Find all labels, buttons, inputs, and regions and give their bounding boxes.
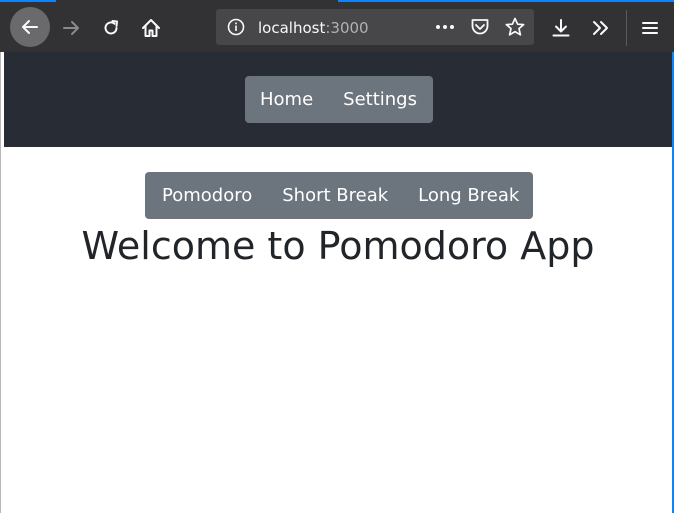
overflow-menu-button[interactable] (581, 8, 621, 48)
reload-icon (104, 20, 118, 35)
app-header: Home Settings (4, 52, 672, 147)
back-arrow-icon (22, 20, 38, 34)
browser-window: localhost:3000 Home Settings Pomodoro Sh… (0, 0, 674, 513)
hamburger-menu-icon (642, 22, 658, 34)
back-button[interactable] (10, 7, 50, 47)
sidebar-edge (0, 12, 6, 34)
active-tab-indicator (0, 0, 56, 2)
pomodoro-button[interactable]: Pomodoro (145, 172, 267, 219)
toolbar-divider (626, 10, 627, 46)
long-break-button[interactable]: Long Break (403, 172, 534, 219)
reload-button[interactable] (91, 8, 131, 48)
star-icon (505, 17, 525, 36)
nav-settings-button[interactable]: Settings (328, 76, 432, 123)
home-button[interactable] (131, 8, 171, 48)
save-to-pocket-button[interactable] (469, 16, 491, 38)
url-bar[interactable]: localhost:3000 (216, 9, 534, 45)
forward-button[interactable] (51, 8, 91, 48)
welcome-heading: Welcome to Pomodoro App (81, 224, 595, 268)
url-text[interactable]: localhost:3000 (258, 9, 369, 45)
nav-button-group: Home Settings (245, 76, 433, 123)
page-actions-button[interactable] (434, 16, 456, 38)
pocket-icon (471, 19, 489, 35)
url-port: :3000 (325, 19, 369, 37)
timer-mode-button-group: Pomodoro Short Break Long Break (145, 172, 533, 219)
info-icon (227, 18, 245, 36)
downloads-button[interactable] (541, 8, 581, 48)
bookmark-button[interactable] (504, 16, 526, 38)
home-icon (142, 19, 160, 37)
download-icon (552, 19, 570, 37)
tab-strip-highlight (338, 0, 674, 2)
nav-home-button[interactable]: Home (245, 76, 328, 123)
overflow-chevrons-icon (593, 21, 608, 35)
site-info-button[interactable] (226, 17, 246, 37)
short-break-button[interactable]: Short Break (267, 172, 403, 219)
forward-arrow-icon (63, 21, 79, 35)
main-menu-button[interactable] (630, 8, 670, 48)
page-viewport: Home Settings Pomodoro Short Break Long … (4, 52, 674, 513)
more-dots-icon (436, 25, 454, 29)
browser-toolbar: localhost:3000 (0, 0, 674, 52)
url-host: localhost (258, 19, 326, 37)
